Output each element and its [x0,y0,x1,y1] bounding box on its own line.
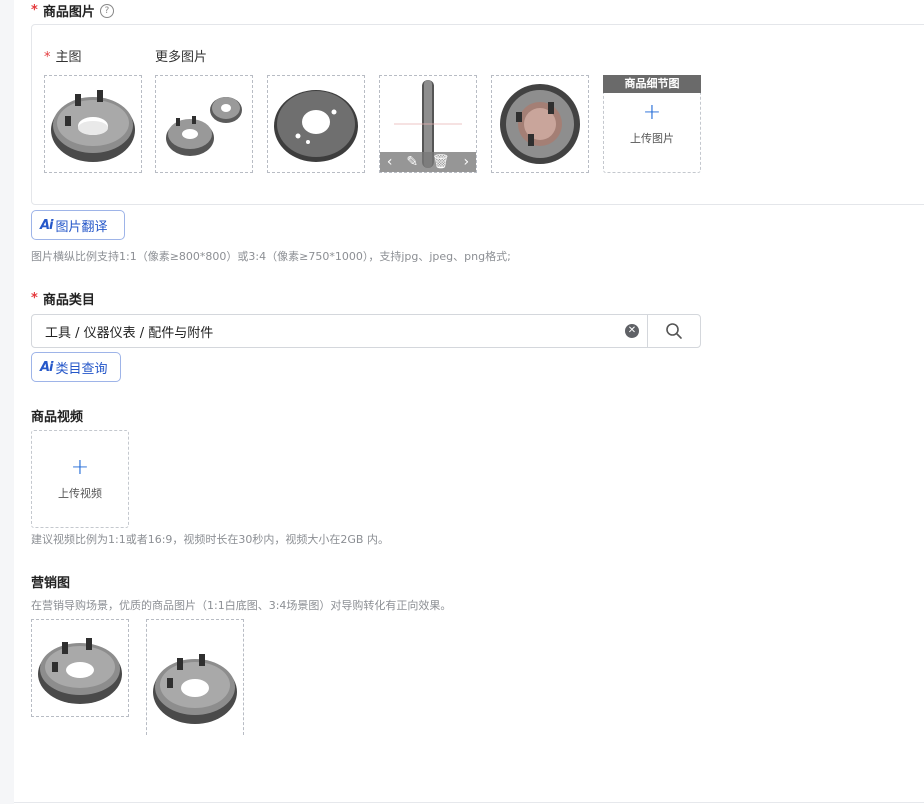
left-gutter [0,0,14,804]
product-images-label: 商品图片 [42,5,95,20]
trash-icon[interactable]: 🗑 [432,154,450,170]
ai-logo-icon: Ai [40,217,53,233]
category-title: * 商品类目 [31,291,95,308]
more-image-thumbnail-2[interactable] [267,75,365,173]
search-icon [666,323,682,339]
marketing-image-square[interactable] [31,619,129,717]
product-images-title: * 商品图片 ? [31,1,114,20]
video-title: 商品视频 [31,410,84,425]
clear-button[interactable]: ✕ [617,315,647,347]
upload-video-button[interactable]: + 上传视频 [31,430,129,528]
marketing-hint: 在营销导购场景，优质的商品图片（1:1白底图、3:4场景图）对导购转化有正向效果… [31,599,452,612]
more-image-thumbnail-3[interactable]: ‹ ✎ 🗑 › [379,75,477,173]
chevron-left-icon[interactable]: ‹ [387,154,393,170]
bottom-divider [14,802,924,803]
detail-image-tag: 商品细节图 [603,75,701,93]
main-image-label: * 主图 [44,50,82,65]
plus-icon: + [642,100,662,125]
help-icon[interactable]: ? [99,3,114,18]
required-mark: * [31,3,38,18]
more-images-label: 更多图片 [155,50,208,65]
ai-logo-icon: Ai [40,359,53,375]
image-spec-hint: 图片横纵比例支持1:1（像素≥800*800）或3:4（像素≥750*1000）… [31,250,511,263]
marketing-image-portrait[interactable] [146,619,244,735]
video-hint: 建议视频比例为1:1或者16:9，视频时长在30秒内，视频大小在2GB 内。 [31,533,389,546]
chevron-right-icon[interactable]: › [463,154,469,170]
ai-category-label: 类目查询 [55,361,108,377]
plus-icon: + [70,455,90,480]
thumbnail-action-bar: ‹ ✎ 🗑 › [380,152,476,172]
category-search-button[interactable] [647,315,700,347]
clear-icon: ✕ [625,324,639,338]
edit-icon[interactable]: ✎ [406,154,418,170]
more-image-thumbnail-1[interactable] [155,75,253,173]
category-selector[interactable]: 工具 / 仪器仪表 / 配件与附件 ✕ [31,314,701,348]
ai-category-query-button[interactable]: Ai 类目查询 [31,352,121,382]
marketing-title: 营销图 [31,576,71,591]
upload-video-label: 上传视频 [58,487,102,500]
ai-translate-label: 图片翻译 [55,219,108,235]
main-image-thumbnail[interactable] [44,75,142,173]
category-value[interactable]: 工具 / 仪器仪表 / 配件与附件 [32,315,617,347]
upload-detail-image-button[interactable]: 商品细节图 + 上传图片 [603,75,701,173]
ai-image-translate-button[interactable]: Ai 图片翻译 [31,210,125,240]
more-image-thumbnail-4[interactable] [491,75,589,173]
upload-image-label: 上传图片 [630,132,674,145]
